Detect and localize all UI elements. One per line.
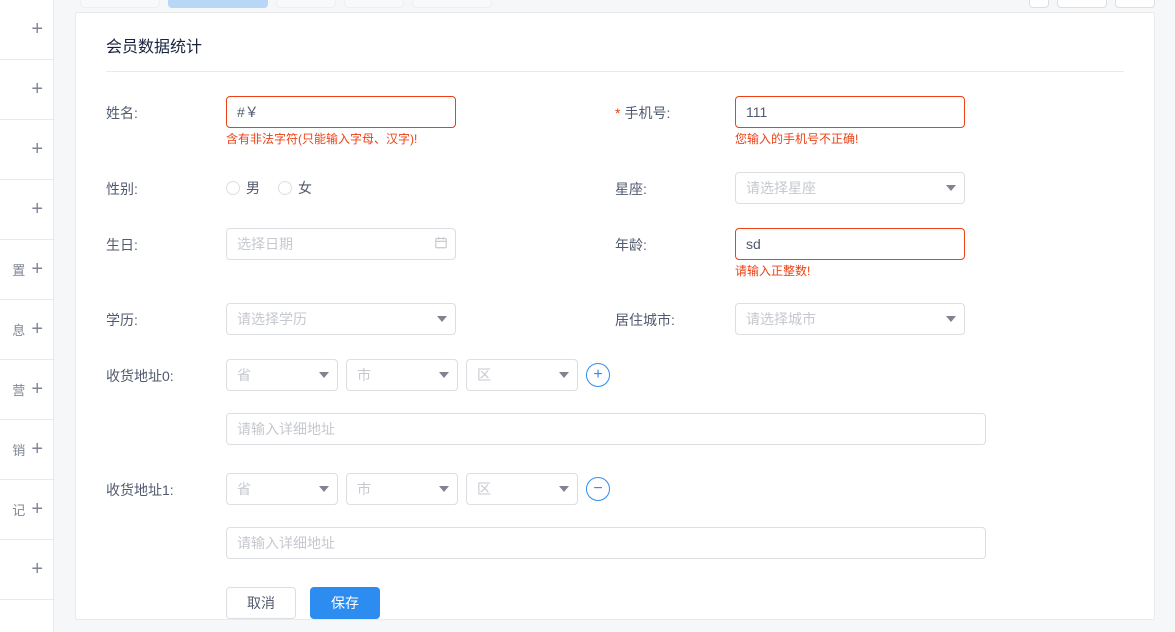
chevron-down-icon (319, 486, 329, 492)
zodiac-select[interactable]: 请选择星座 (735, 172, 965, 204)
plus-icon: + (31, 258, 43, 281)
sidebar: + + + + 置+ 息+ 营+ 销+ 记+ + (0, 0, 54, 632)
sidebar-item[interactable]: 销+ (0, 420, 53, 480)
chevron-down-icon (946, 185, 956, 191)
sidebar-item[interactable]: + (0, 120, 53, 180)
chevron-down-icon (439, 486, 449, 492)
plus-icon: + (31, 198, 43, 221)
name-input[interactable] (226, 96, 456, 128)
sidebar-item[interactable]: 置+ (0, 240, 53, 300)
label-birthday: 生日: (106, 228, 226, 255)
sidebar-item[interactable]: 息+ (0, 300, 53, 360)
save-button[interactable]: 保存 (310, 587, 380, 619)
chevron-down-icon (319, 372, 329, 378)
education-select[interactable]: 请选择学历 (226, 303, 456, 335)
calendar-icon (434, 235, 448, 252)
sidebar-item[interactable]: + (0, 0, 53, 60)
gender-female-radio[interactable]: 女 (278, 178, 312, 198)
name-error: 含有非法字符(只能输入字母、汉字)! (226, 132, 456, 148)
chevron-down-icon (437, 316, 447, 322)
chevron-down-icon (559, 486, 569, 492)
add-address-button[interactable]: + (586, 363, 610, 387)
addr1-detail-input[interactable] (226, 527, 986, 559)
plus-icon: + (31, 318, 43, 341)
plus-icon: + (593, 367, 602, 383)
sidebar-item[interactable]: 记+ (0, 480, 53, 540)
cancel-button[interactable]: 取消 (226, 587, 296, 619)
phone-input[interactable] (735, 96, 965, 128)
label-addr1: 收货地址1: (106, 473, 226, 500)
label-age: 年龄: (615, 228, 735, 255)
label-zodiac: 星座: (615, 172, 735, 199)
chevron-down-icon (439, 372, 449, 378)
addr0-detail-input[interactable] (226, 413, 986, 445)
label-gender: 性别: (106, 172, 226, 199)
plus-icon: + (31, 498, 43, 521)
plus-icon: + (31, 138, 43, 161)
birthday-input[interactable] (226, 228, 456, 260)
city-select[interactable]: 请选择城市 (735, 303, 965, 335)
gender-male-radio[interactable]: 男 (226, 178, 260, 198)
sidebar-item[interactable]: + (0, 180, 53, 240)
label-phone: *手机号: (615, 96, 735, 123)
plus-icon: + (31, 18, 43, 41)
radio-icon (278, 181, 292, 195)
radio-icon (226, 181, 240, 195)
label-city: 居住城市: (615, 303, 735, 330)
label-name: 姓名: (106, 96, 226, 123)
sidebar-item[interactable]: 营+ (0, 360, 53, 420)
sidebar-item[interactable]: + (0, 540, 53, 600)
sidebar-item[interactable]: + (0, 60, 53, 120)
addr0-province-select[interactable]: 省 (226, 359, 338, 391)
main-panel: 会员数据统计 姓名: 含有非法字符(只能输入字母、汉字)! *手机号: 您输入的… (75, 12, 1155, 620)
plus-icon: + (31, 378, 43, 401)
minus-icon: − (593, 481, 602, 497)
plus-icon: + (31, 438, 43, 461)
addr0-city-select[interactable]: 市 (346, 359, 458, 391)
chevron-down-icon (559, 372, 569, 378)
label-education: 学历: (106, 303, 226, 330)
page-title: 会员数据统计 (106, 33, 1124, 72)
addr1-city-select[interactable]: 市 (346, 473, 458, 505)
phone-error: 您输入的手机号不正确! (735, 132, 965, 148)
addr1-province-select[interactable]: 省 (226, 473, 338, 505)
age-input[interactable] (735, 228, 965, 260)
plus-icon: + (31, 78, 43, 101)
remove-address-button[interactable]: − (586, 477, 610, 501)
chevron-down-icon (946, 316, 956, 322)
addr0-district-select[interactable]: 区 (466, 359, 578, 391)
addr1-district-select[interactable]: 区 (466, 473, 578, 505)
plus-icon: + (31, 558, 43, 581)
age-error: 请输入正整数! (735, 264, 965, 280)
label-addr0: 收货地址0: (106, 359, 226, 386)
